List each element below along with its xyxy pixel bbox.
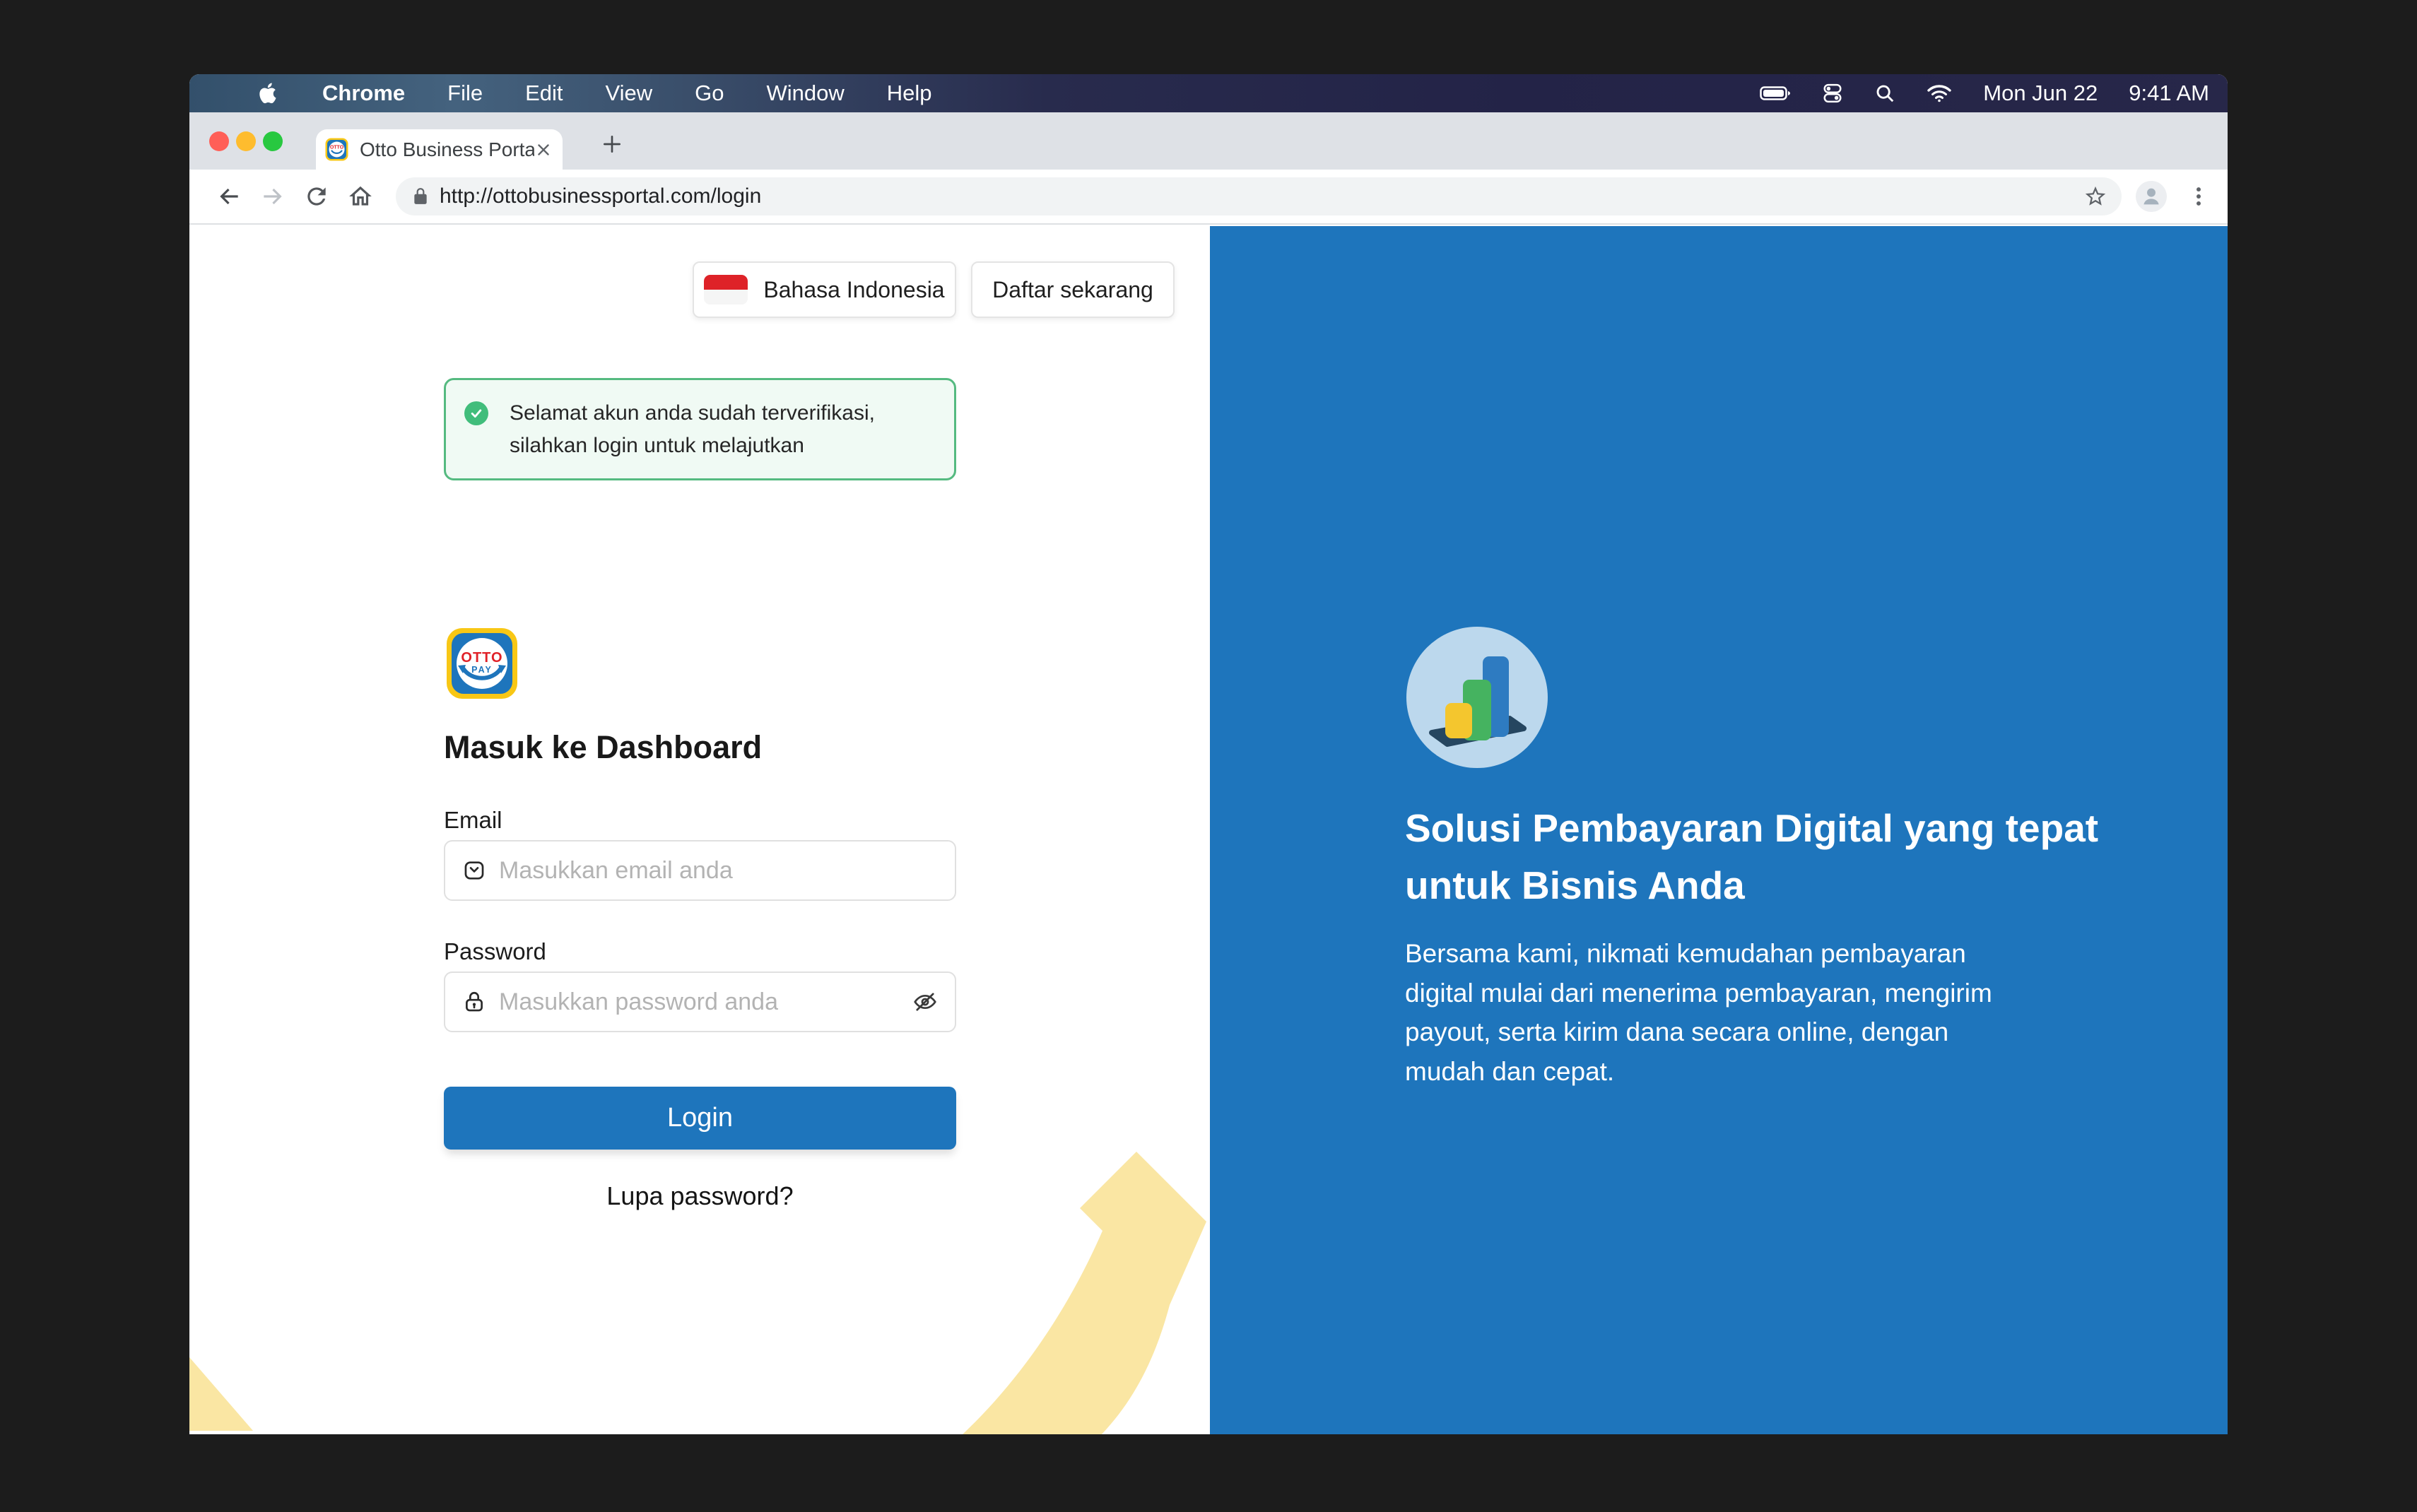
success-alert: Selamat akun anda sudah terverifikasi, s… [444, 378, 956, 480]
reload-button[interactable] [301, 181, 332, 212]
chrome-tab-bar: OTTO Otto Business Portal [189, 112, 2228, 170]
macos-menu-bar: Chrome File Edit View Go Window Help Mon… [189, 74, 2228, 112]
home-button[interactable] [345, 181, 376, 212]
password-input[interactable] [498, 988, 912, 1017]
profile-avatar-icon[interactable] [2136, 181, 2167, 212]
svg-text:PAY: PAY [471, 665, 493, 675]
promo-body: Bersama kami, nikmati kemudahan pembayar… [1405, 934, 2027, 1091]
menu-bar-clock[interactable]: 9:41 AM [2129, 81, 2209, 106]
forward-button[interactable] [257, 181, 288, 212]
maximize-window-button[interactable] [263, 131, 283, 151]
url-text[interactable]: http://ottobusinessportal.com/login [440, 184, 761, 208]
login-panel: Bahasa Indonesia Daftar sekarang Selamat… [189, 226, 1210, 1434]
chrome-toolbar: http://ottobusinessportal.com/login [189, 170, 2228, 225]
menu-item-file[interactable]: File [447, 81, 483, 106]
tab-title: Otto Business Portal [360, 138, 534, 161]
language-label: Bahasa Indonesia [763, 277, 944, 303]
forgot-password-link[interactable]: Lupa password? [444, 1181, 956, 1211]
menu-item-view[interactable]: View [606, 81, 653, 106]
email-label: Email [444, 807, 502, 834]
browser-menu-icon[interactable] [2187, 184, 2211, 208]
new-tab-button[interactable] [598, 130, 626, 158]
control-center-icon[interactable] [1822, 83, 1843, 104]
menu-item-edit[interactable]: Edit [525, 81, 563, 106]
mail-icon [462, 858, 486, 882]
wifi-icon[interactable] [1927, 83, 1952, 103]
menu-bar-date[interactable]: Mon Jun 22 [1983, 81, 2098, 106]
apple-icon[interactable] [257, 82, 280, 105]
password-field-box [444, 971, 956, 1032]
menu-item-chrome[interactable]: Chrome [322, 81, 405, 106]
minimize-window-button[interactable] [236, 131, 256, 151]
password-label: Password [444, 938, 546, 965]
lock-icon[interactable] [411, 187, 430, 206]
ottopay-logo: OTTO PAY [445, 627, 519, 704]
email-input[interactable] [498, 856, 938, 885]
screen: Chrome File Edit View Go Window Help Mon… [189, 74, 2228, 1434]
menu-item-go[interactable]: Go [695, 81, 724, 106]
bar-chart-illustration [1406, 627, 1548, 772]
decorative-corner-triangle [189, 1357, 253, 1434]
check-circle-icon [464, 401, 488, 425]
ottopay-favicon: OTTO [325, 138, 348, 161]
decorative-arrow-shape [954, 1146, 1210, 1434]
indonesia-flag-icon [704, 275, 748, 305]
browser-tab[interactable]: OTTO Otto Business Portal [316, 129, 563, 170]
promo-panel: Solusi Pembayaran Digital yang tepat unt… [1210, 226, 2228, 1434]
menu-item-help[interactable]: Help [887, 81, 932, 106]
back-button[interactable] [213, 181, 245, 212]
close-window-button[interactable] [209, 131, 229, 151]
spotlight-icon[interactable] [1874, 83, 1895, 104]
language-selector-button[interactable]: Bahasa Indonesia [693, 261, 956, 318]
svg-text:OTTO: OTTO [461, 650, 502, 666]
toggle-password-visibility-icon[interactable] [912, 989, 938, 1015]
address-bar[interactable]: http://ottobusinessportal.com/login [396, 177, 2122, 215]
login-heading: Masuk ke Dashboard [444, 729, 762, 766]
padlock-icon [462, 990, 486, 1014]
tab-close-icon[interactable] [534, 141, 553, 159]
svg-text:OTTO: OTTO [330, 146, 344, 150]
register-label: Daftar sekarang [992, 277, 1153, 303]
battery-icon[interactable] [1760, 85, 1791, 102]
email-field-box [444, 840, 956, 901]
page-content: Bahasa Indonesia Daftar sekarang Selamat… [189, 226, 2228, 1434]
register-button[interactable]: Daftar sekarang [971, 261, 1175, 318]
login-button[interactable]: Login [444, 1087, 956, 1150]
bookmark-star-icon[interactable] [2083, 184, 2107, 208]
menu-item-window[interactable]: Window [767, 81, 845, 106]
success-alert-text: Selamat akun anda sudah terverifikasi, s… [510, 397, 936, 461]
promo-heading: Solusi Pembayaran Digital yang tepat unt… [1405, 800, 2119, 915]
